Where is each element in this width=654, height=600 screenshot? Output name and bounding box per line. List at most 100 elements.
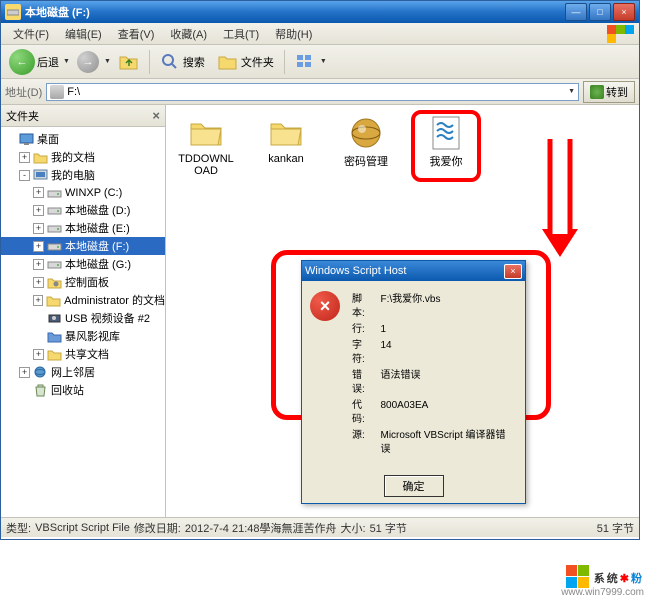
dialog-close-button[interactable]: ×: [504, 264, 522, 279]
folders-button[interactable]: 文件夹: [213, 49, 279, 75]
tree-toggle[interactable]: +: [33, 277, 44, 288]
control-icon: [47, 275, 62, 290]
file-view[interactable]: TDDOWNLOAD kankan 密码管理我爱你 Windows Script H…: [166, 105, 639, 517]
tree-toggle[interactable]: +: [33, 187, 44, 198]
menu-file[interactable]: 文件(F): [5, 24, 57, 44]
dialog-row-key: 错误:: [350, 369, 376, 397]
dialog-row-value: Microsoft VBScript 编译器错误: [378, 429, 515, 457]
folder-blue-icon: [47, 329, 62, 344]
ok-button[interactable]: 确定: [384, 475, 444, 497]
tree-label: 暴风影视库: [65, 328, 120, 344]
tree-toggle[interactable]: +: [33, 223, 44, 234]
vbs-icon: [428, 115, 464, 151]
drive-icon: [47, 203, 62, 218]
tree-label: 本地磁盘 (E:): [65, 220, 130, 236]
dialog-row: 源:Microsoft VBScript 编译器错误: [350, 429, 515, 457]
tree-toggle[interactable]: +: [33, 241, 44, 252]
tree-item[interactable]: +本地磁盘 (F:): [1, 237, 165, 255]
titlebar[interactable]: 本地磁盘 (F:) — □ ×: [1, 1, 639, 23]
views-button[interactable]: ▼: [290, 49, 332, 75]
back-label: 后退: [37, 54, 59, 70]
address-input[interactable]: F:\ ▼: [46, 83, 579, 101]
maximize-button[interactable]: □: [589, 3, 611, 21]
window-title: 本地磁盘 (F:): [25, 4, 565, 20]
back-button[interactable]: ← 后退 ▼: [5, 47, 74, 77]
go-button[interactable]: 转到: [583, 81, 635, 103]
file-item[interactable]: TDDOWNLOAD: [176, 115, 236, 177]
tree-toggle[interactable]: +: [33, 259, 44, 270]
tree-item[interactable]: + 网上邻居: [1, 363, 165, 381]
close-button[interactable]: ×: [613, 3, 635, 21]
chevron-down-icon[interactable]: ▼: [104, 58, 111, 65]
tree-item[interactable]: +我的文档: [1, 148, 165, 166]
tree-item[interactable]: + Administrator 的文档: [1, 291, 165, 309]
watermark-url: www.win7999.com: [561, 587, 644, 598]
drive-icon: [50, 85, 64, 99]
file-item[interactable]: 密码管理: [336, 115, 396, 177]
chevron-down-icon: ▼: [320, 58, 327, 65]
search-label: 搜索: [183, 54, 205, 70]
tree-toggle[interactable]: -: [19, 170, 30, 181]
drive-icon: [5, 4, 21, 20]
file-item[interactable]: kankan: [256, 115, 316, 177]
tree-item[interactable]: +WINXP (C:): [1, 184, 165, 201]
tree-item[interactable]: +控制面板: [1, 273, 165, 291]
menu-view[interactable]: 查看(V): [110, 24, 163, 44]
status-type-label: 类型:: [6, 520, 31, 536]
tree-item[interactable]: USB 视频设备 #2: [1, 309, 165, 327]
tree-label: 共享文档: [65, 346, 109, 362]
watermark-text: 系统✱粉: [594, 566, 644, 587]
error-dialog[interactable]: Windows Script Host × × 脚本:F:\我爱你.vbs行:1…: [301, 260, 526, 504]
menu-tools[interactable]: 工具(T): [215, 24, 267, 44]
tree-item[interactable]: 桌面: [1, 130, 165, 148]
tree-item[interactable]: 回收站: [1, 381, 165, 399]
search-button[interactable]: 搜索: [155, 49, 210, 75]
tree-item[interactable]: + 本地磁盘 (E:): [1, 219, 165, 237]
sidebar-header: 文件夹 ×: [1, 105, 165, 127]
back-arrow-icon: ←: [9, 49, 35, 75]
folder-icon: [47, 347, 62, 362]
separator: [284, 50, 285, 74]
status-modified-value: 2012-7-4 21:48學海無涯苦作舟: [185, 520, 337, 536]
tree-label: 网上邻居: [51, 364, 95, 380]
addressbar: 地址(D) F:\ ▼ 转到: [1, 79, 639, 105]
tree-item[interactable]: 暴风影视库: [1, 327, 165, 345]
folder-tree-panel: 文件夹 × 桌面+我的文档-我的电脑+WINXP (C:)+本地磁盘 (D:)+…: [1, 105, 166, 517]
dialog-row-value: 14: [378, 339, 515, 367]
file-item[interactable]: 我爱你: [416, 115, 476, 177]
statusbar: 类型: VBScript Script File 修改日期: 2012-7-4 …: [1, 517, 639, 537]
dialog-row-value: 800A03EA: [378, 399, 515, 427]
tree-toggle[interactable]: +: [33, 295, 43, 306]
up-button[interactable]: [114, 49, 144, 75]
tree-item[interactable]: + 共享文档: [1, 345, 165, 363]
views-icon: [295, 52, 315, 72]
menu-edit[interactable]: 编辑(E): [57, 24, 110, 44]
folder-icon: [46, 293, 61, 308]
tree-item[interactable]: +本地磁盘 (G:): [1, 255, 165, 273]
dialog-row-key: 脚本:: [350, 293, 376, 321]
tree-toggle[interactable]: +: [19, 152, 30, 163]
tree-toggle[interactable]: +: [33, 349, 44, 360]
folder-up-icon: [119, 52, 139, 72]
tree-label: 本地磁盘 (D:): [65, 202, 130, 218]
tree-label: Administrator 的文档: [64, 292, 165, 308]
folder-tree[interactable]: 桌面+我的文档-我的电脑+WINXP (C:)+本地磁盘 (D:)+本地磁盘 (…: [1, 127, 165, 517]
menu-help[interactable]: 帮助(H): [267, 24, 320, 44]
dialog-titlebar[interactable]: Windows Script Host ×: [302, 261, 525, 281]
folders-label: 文件夹: [241, 54, 274, 70]
dialog-text: 脚本:F:\我爱你.vbs行:1字符:14错误:语法错误代码:800A03EA源…: [348, 291, 517, 459]
tree-toggle[interactable]: +: [19, 367, 30, 378]
minimize-button[interactable]: —: [565, 3, 587, 21]
app-icon: [348, 115, 384, 151]
tree-item[interactable]: + 本地磁盘 (D:): [1, 201, 165, 219]
search-icon: [160, 52, 180, 72]
chevron-down-icon[interactable]: ▼: [568, 88, 575, 95]
sidebar-close-button[interactable]: ×: [152, 108, 160, 123]
menubar: 文件(F) 编辑(E) 查看(V) 收藏(A) 工具(T) 帮助(H): [1, 23, 639, 45]
tree-item[interactable]: -我的电脑: [1, 166, 165, 184]
status-modified-label: 修改日期:: [134, 520, 181, 536]
tree-toggle[interactable]: +: [33, 205, 44, 216]
forward-button[interactable]: →: [77, 51, 99, 73]
tree-label: 回收站: [51, 382, 84, 398]
menu-favorites[interactable]: 收藏(A): [162, 24, 215, 44]
